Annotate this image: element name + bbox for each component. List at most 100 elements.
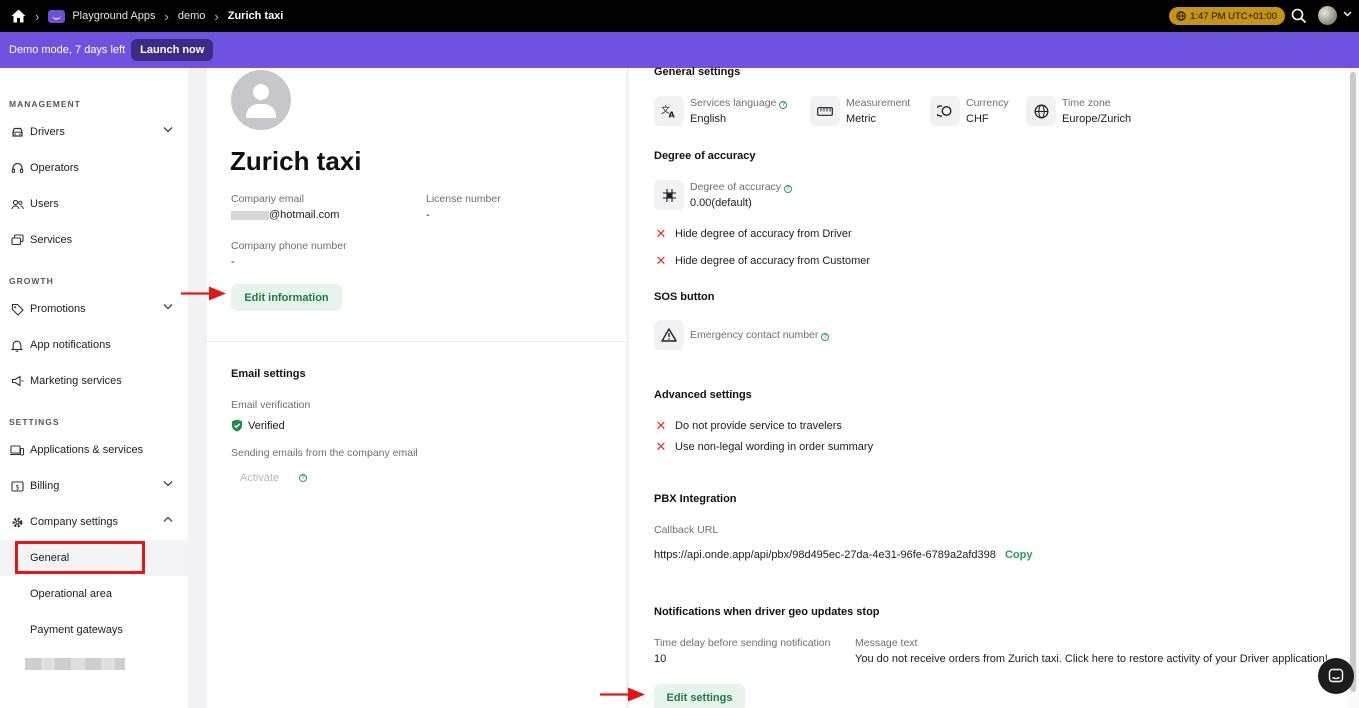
time-delay-label: Time delay before sending notification [654,637,831,649]
edit-settings-button[interactable]: Edit settings [654,684,745,708]
sidebar-item-app-notifications[interactable]: App notifications [0,327,188,363]
currency-value: CHF [966,113,989,125]
app-logo-icon [48,9,66,23]
sidebar-item-label: Applications & services [30,444,144,456]
hide-accuracy-driver-text: Hide degree of accuracy from Driver [675,227,852,240]
sidebar-item-label: Company settings [30,516,119,528]
chat-icon [1328,668,1344,683]
sidebar-item-label: Operators [30,162,79,174]
degree-of-accuracy-label-text: Degree of accuracy [690,181,782,193]
sidebar-item-users[interactable]: Users [0,186,188,222]
tag-icon [10,302,24,316]
megaphone-icon [10,374,24,388]
chat-support-button[interactable] [1318,658,1354,694]
chevron-down-icon [163,127,173,133]
car-icon [10,125,24,139]
sending-emails-label: Sending emails from the company email [231,447,418,459]
sidebar-item-operational-area[interactable]: Operational area [0,576,188,612]
sidebar: MANAGEMENT Drivers Operators Users Servi… [0,68,188,708]
sidebar-item-operators[interactable]: Operators [0,150,188,186]
geo-notifications-title: Notifications when driver geo updates st… [654,606,880,618]
sidebar-item-label: Users [30,198,59,210]
chevron-right-icon: › [35,8,40,24]
scrollbar-thumb[interactable] [1350,72,1356,692]
email-verification-label: Email verification [231,399,311,411]
breadcrumb-demo[interactable]: demo [178,10,206,22]
settings-panel: General settings 文A Services language ? … [629,66,1347,708]
copy-button[interactable]: Copy [1005,549,1033,561]
services-language-label: Services language ? [690,97,788,109]
company-phone-value: - [231,256,235,268]
highlight-box [15,541,145,574]
sidebar-item-label: Billing [30,480,60,492]
search-icon[interactable] [1291,8,1307,24]
company-email-value: @hotmail.com [231,209,339,221]
section-title-growth: GROWTH [9,276,54,286]
help-icon[interactable]: ? [783,185,792,193]
measurement-label: Measurement [846,97,911,109]
top-navigation-bar: › Playground Apps › demo › Zurich taxi 1… [0,0,1359,32]
email-settings-title: Email settings [231,368,306,380]
services-language-value: English [690,113,727,125]
sidebar-item-company-settings[interactable]: Company settings [0,504,188,540]
redacted-text [231,210,269,220]
sidebar-item-marketing-services[interactable]: Marketing services [0,363,188,399]
demo-mode-banner: Demo mode, 7 days left Launch now [0,32,1359,68]
help-icon[interactable]: ? [299,474,308,482]
time-delay-value: 10 [654,653,667,665]
advanced-settings-title: Advanced settings [654,389,752,401]
svg-text:A: A [669,111,676,119]
sidebar-item-services[interactable]: Services [0,222,188,258]
callback-url-value: https://api.onde.app/api/pbx/98d495ec-27… [654,549,996,561]
globe-icon [1026,96,1056,126]
chevron-up-icon [163,516,173,522]
company-avatar[interactable] [231,70,291,130]
sidebar-item-payment-gateways[interactable]: Payment gateways [0,612,188,648]
translate-icon: 文A [654,96,684,126]
timezone-badge[interactable]: 1:47 PM UTC+01:00 [1169,7,1285,25]
chevron-down-icon [163,304,173,310]
callback-url-label: Callback URL [654,524,719,536]
help-icon[interactable]: ? [779,101,788,109]
close-icon: ✕ [655,253,667,268]
time-zone-label: Time zone [1062,97,1111,109]
degree-of-accuracy-label: Degree of accuracy ? [690,181,792,193]
email-domain: @hotmail.com [269,209,340,221]
section-title-management: MANAGEMENT [9,99,81,109]
sidebar-item-billing[interactable]: $ Billing [0,468,188,504]
no-travelers-text: Do not provide service to travelers [675,419,842,432]
no-travelers-row: ✕ Do not provide service to travelers [655,419,842,432]
hide-accuracy-driver-row: ✕ Hide degree of accuracy from Driver [655,227,852,240]
breadcrumb-current: Zurich taxi [227,10,284,22]
services-icon [10,233,24,247]
sidebar-item-promotions[interactable]: Promotions [0,291,188,327]
verified-status: Verified [231,419,285,432]
non-legal-wording-row: ✕ Use non-legal wording in order summary [655,440,874,453]
emergency-contact-label: Emergency contact number ? [690,329,830,341]
edit-information-button[interactable]: Edit information [231,284,342,311]
sos-button-title: SOS button [654,291,715,303]
company-name: Zurich taxi [230,146,362,176]
sidebar-item-label: Marketing services [30,375,122,387]
ruler-icon [810,96,840,126]
home-icon[interactable] [10,8,26,24]
user-avatar[interactable] [1318,6,1337,25]
sidebar-item-drivers[interactable]: Drivers [0,114,188,150]
time-zone-value: Europe/Zurich [1062,113,1132,125]
billing-icon: $ [10,479,24,493]
launch-now-button[interactable]: Launch now [131,39,214,61]
person-icon [253,84,269,100]
sidebar-item-applications-services[interactable]: Applications & services [0,432,188,468]
shield-check-icon [232,419,242,432]
svg-text:$: $ [15,483,19,491]
chevron-right-icon: › [214,8,219,24]
activate-button[interactable]: Activate [240,472,279,484]
chevron-down-icon[interactable] [1343,11,1352,17]
license-number-label: License number [426,193,501,205]
help-icon[interactable]: ? [821,333,830,341]
gear-icon [10,515,24,529]
breadcrumb-playground-apps[interactable]: Playground Apps [48,9,156,23]
globe-icon [1176,11,1186,21]
bell-icon [10,338,24,352]
annotation-arrow [600,687,645,702]
